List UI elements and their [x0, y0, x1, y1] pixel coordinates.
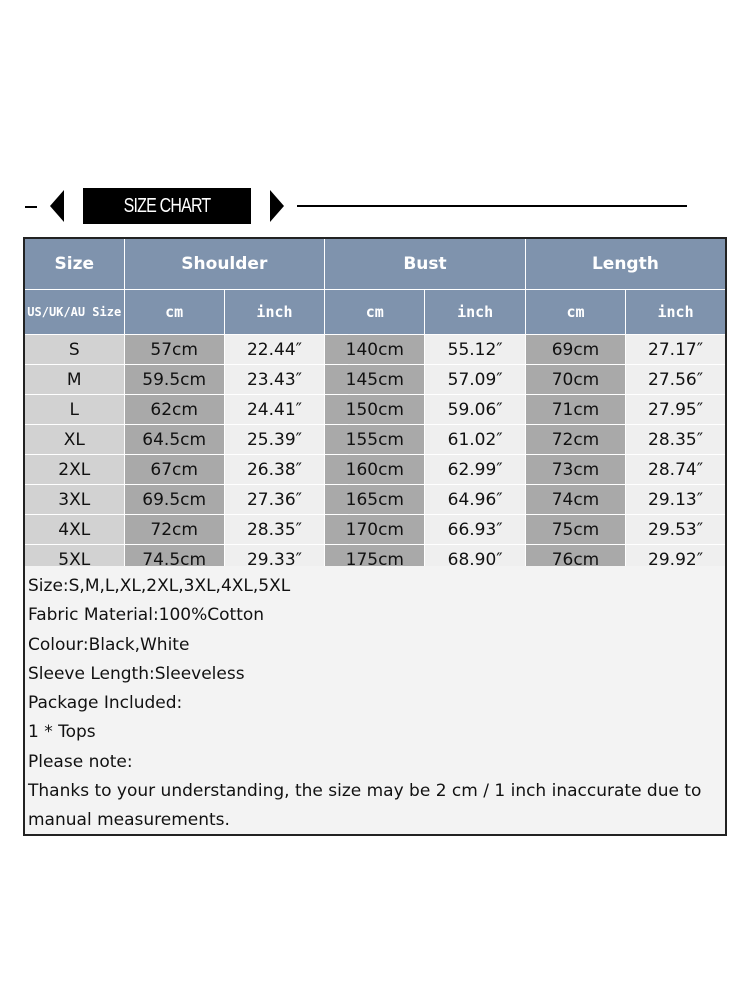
unit-header: inch [625, 289, 727, 335]
measurement-cell: 64.5cm [123, 424, 225, 455]
measurement-cell: 29.13″ [625, 484, 727, 515]
measurement-cell: 140cm [324, 334, 426, 365]
unit-header: cm [524, 289, 627, 335]
measurement-cell: 22.44″ [223, 334, 326, 365]
unit-header: cm [123, 289, 225, 335]
measurement-cell: 57cm [123, 334, 225, 365]
size-cell: XL [23, 424, 125, 455]
size-cell: 3XL [23, 484, 125, 515]
table-row: M 59.5cm 23.43″ 145cm 57.09″ 70cm 27.56″ [23, 364, 727, 395]
measurement-cell: 75cm [524, 514, 627, 545]
measurement-cell: 160cm [324, 454, 426, 485]
unit-header: cm [324, 289, 426, 335]
divider-right [297, 205, 687, 207]
size-chart-title: SIZE CHART [83, 188, 251, 224]
table-row: 3XL 69.5cm 27.36″ 165cm 64.96″ 74cm 29.13″ [23, 484, 727, 515]
header-shoulder: Shoulder [123, 237, 326, 290]
note-line: 1 * Tops [28, 722, 96, 743]
measurement-cell: 28.74″ [625, 454, 727, 485]
measurement-cell: 27.36″ [223, 484, 326, 515]
measurement-cell: 69.5cm [123, 484, 225, 515]
banner-ribbon-right [270, 190, 284, 222]
note-line: Package Included: [28, 693, 183, 714]
unit-header: inch [223, 289, 326, 335]
measurement-cell: 62.99″ [424, 454, 526, 485]
header-region-size: US/UK/AU Size [23, 289, 125, 335]
note-line: Colour:Black,White [28, 634, 190, 655]
measurement-cell: 28.35″ [625, 424, 727, 455]
table-row: 4XL 72cm 28.35″ 170cm 66.93″ 75cm 29.53″ [23, 514, 727, 545]
measurement-cell: 27.56″ [625, 364, 727, 395]
table-row: L 62cm 24.41″ 150cm 59.06″ 71cm 27.95″ [23, 394, 727, 425]
note-line: Sleeve Length:Sleeveless [28, 663, 245, 684]
size-cell: S [23, 334, 125, 365]
note-line: Please note: [28, 751, 133, 772]
measurement-cell: 25.39″ [223, 424, 326, 455]
measurement-cell: 165cm [324, 484, 426, 515]
measurement-cell: 67cm [123, 454, 225, 485]
measurement-cell: 170cm [324, 514, 426, 545]
measurement-cell: 27.17″ [625, 334, 727, 365]
header-bust: Bust [324, 237, 526, 290]
header-length: Length [524, 237, 727, 290]
measurement-cell: 27.95″ [625, 394, 727, 425]
size-cell: 4XL [23, 514, 125, 545]
measurement-cell: 73cm [524, 454, 627, 485]
measurement-cell: 24.41″ [223, 394, 326, 425]
measurement-cell: 70cm [524, 364, 627, 395]
unit-header: inch [424, 289, 526, 335]
measurement-cell: 23.43″ [223, 364, 326, 395]
size-cell: M [23, 364, 125, 395]
measurement-cell: 59.06″ [424, 394, 526, 425]
note-line: Fabric Material:100%Cotton [28, 605, 265, 626]
size-cell: L [23, 394, 125, 425]
note-line: Size:S,M,L,XL,2XL,3XL,4XL,5XL [28, 576, 291, 596]
measurement-cell: 29.53″ [625, 514, 727, 545]
banner-ribbon-left [50, 190, 64, 222]
measurement-cell: 155cm [324, 424, 426, 455]
measurement-cell: 61.02″ [424, 424, 526, 455]
measurement-cell: 26.38″ [223, 454, 326, 485]
measurement-cell: 59.5cm [123, 364, 225, 395]
product-notes: Size:S,M,L,XL,2XL,3XL,4XL,5XL Fabric Mate… [23, 566, 727, 836]
measurement-cell: 74cm [524, 484, 627, 515]
header-size: Size [23, 237, 125, 290]
measurement-cell: 72cm [123, 514, 225, 545]
table-row: XL 64.5cm 25.39″ 155cm 61.02″ 72cm 28.35″ [23, 424, 727, 455]
measurement-cell: 71cm [524, 394, 627, 425]
measurement-cell: 150cm [324, 394, 426, 425]
measurement-cell: 28.35″ [223, 514, 326, 545]
table-row: 2XL 67cm 26.38″ 160cm 62.99″ 73cm 28.74″ [23, 454, 727, 485]
measurement-cell: 69cm [524, 334, 627, 365]
measurement-cell: 72cm [524, 424, 627, 455]
divider-left [25, 206, 37, 208]
measurement-cell: 57.09″ [424, 364, 526, 395]
table-row: S 57cm 22.44″ 140cm 55.12″ 69cm 27.17″ [23, 334, 727, 365]
measurement-cell: 64.96″ [424, 484, 526, 515]
note-line: Thanks to your understanding, the size m… [28, 781, 702, 831]
size-table: Size Shoulder Bust Length US/UK/AU Size … [23, 237, 727, 576]
measurement-cell: 55.12″ [424, 334, 526, 365]
size-cell: 2XL [23, 454, 125, 485]
measurement-cell: 145cm [324, 364, 426, 395]
measurement-cell: 66.93″ [424, 514, 526, 545]
measurement-cell: 62cm [123, 394, 225, 425]
